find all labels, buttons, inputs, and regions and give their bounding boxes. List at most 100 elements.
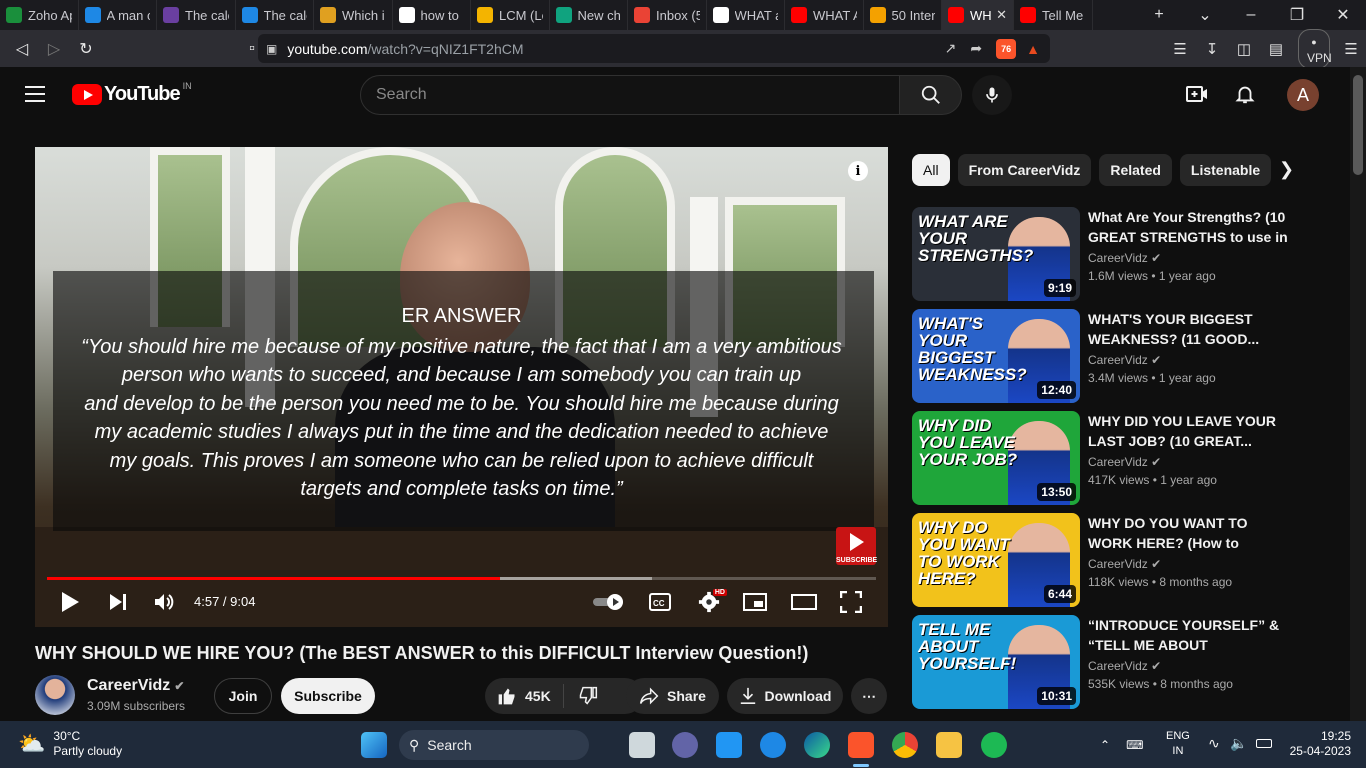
browser-tab[interactable]: WHAT A bbox=[785, 0, 864, 30]
related-video[interactable]: TELL ME ABOUT YOURSELF! 10:31 “INTRODUCE Y… bbox=[912, 615, 1350, 709]
microsoft-store-icon[interactable] bbox=[716, 732, 742, 758]
browser-tab[interactable]: how to bbox=[393, 0, 471, 30]
related-title[interactable]: WHAT'S YOUR BIGGEST WEAKNESS? (11 GOOD..… bbox=[1088, 309, 1293, 349]
browser-tab[interactable]: New cha bbox=[550, 0, 628, 30]
browser-tab[interactable]: LCM (Le bbox=[471, 0, 550, 30]
subscribe-button[interactable]: Subscribe bbox=[281, 678, 375, 714]
browser-tab[interactable]: WH ✕ bbox=[942, 0, 1014, 30]
miniplayer-button[interactable] bbox=[741, 587, 769, 617]
address-bar[interactable]: ▣ youtube.com/watch?v=qNIZ1FT2hCM ↗ ➦ 76… bbox=[258, 34, 1050, 63]
open-in-app-icon[interactable]: ↗ bbox=[945, 40, 957, 57]
video-thumbnail[interactable]: WHAT ARE YOUR STRENGTHS? 9:19 bbox=[912, 207, 1080, 301]
back-icon[interactable]: ◁ bbox=[6, 34, 38, 64]
chevron-down-icon[interactable]: ⌄ bbox=[1182, 5, 1228, 25]
browser-tab[interactable]: The calc bbox=[157, 0, 236, 30]
close-tab-icon[interactable]: ✕ bbox=[996, 7, 1007, 23]
speaker-icon[interactable]: 🔈 bbox=[1230, 735, 1247, 752]
browser-tab[interactable]: WHAT a bbox=[707, 0, 785, 30]
autoplay-toggle[interactable] bbox=[591, 587, 627, 617]
browser-tab[interactable]: Inbox (5 bbox=[628, 0, 707, 30]
download-button[interactable]: Download bbox=[727, 678, 843, 714]
search-button[interactable] bbox=[899, 75, 962, 115]
channel-name-container[interactable]: CareerVidz ✔ bbox=[87, 677, 184, 695]
task-view-icon[interactable] bbox=[629, 732, 655, 758]
sidebar-icon[interactable]: ◫ bbox=[1228, 40, 1260, 58]
browser-tab[interactable]: A man c bbox=[79, 0, 157, 30]
fullscreen-button[interactable] bbox=[837, 587, 865, 617]
chevron-right-icon[interactable]: ❯ bbox=[1279, 159, 1294, 180]
downloads-icon[interactable]: ↧ bbox=[1196, 40, 1228, 58]
scrollbar-thumb[interactable] bbox=[1353, 75, 1363, 175]
close-window-icon[interactable]: ✕ bbox=[1320, 5, 1366, 25]
next-button[interactable] bbox=[105, 587, 131, 617]
theater-mode-button[interactable] bbox=[789, 587, 819, 617]
brave-shield-icon[interactable]: 76 bbox=[996, 38, 1017, 59]
video-player[interactable]: ER ANSWER “You should hire me because of… bbox=[35, 147, 888, 627]
playlist-icon[interactable]: ☰ bbox=[1164, 40, 1196, 58]
minimize-icon[interactable]: – bbox=[1228, 6, 1274, 24]
channel-avatar[interactable] bbox=[35, 675, 75, 715]
wifi-icon[interactable]: ∿ bbox=[1208, 735, 1220, 752]
windows-start-icon[interactable] bbox=[361, 732, 387, 758]
browser-tab[interactable]: Tell Me bbox=[1014, 0, 1093, 30]
filter-chip[interactable]: Listenable bbox=[1179, 154, 1272, 186]
subscribe-watermark[interactable]: SUBSCRIBE bbox=[836, 527, 877, 565]
battery-icon[interactable] bbox=[1256, 739, 1272, 748]
edge-browser-icon[interactable] bbox=[804, 732, 830, 758]
browser-menu-icon[interactable]: ☰ bbox=[1336, 40, 1366, 58]
related-channel-row[interactable]: CareerVidz ✔ bbox=[1088, 455, 1161, 469]
video-thumbnail[interactable]: WHAT'S YOUR BIGGEST WEAKNESS? 12:40 bbox=[912, 309, 1080, 403]
browser-tab[interactable]: Which i bbox=[314, 0, 393, 30]
weather-widget[interactable]: ⛅ 30°C Partly cloudy bbox=[18, 729, 122, 759]
account-avatar[interactable]: A bbox=[1287, 79, 1319, 111]
related-channel-row[interactable]: CareerVidz ✔ bbox=[1088, 251, 1161, 265]
related-channel-row[interactable]: CareerVidz ✔ bbox=[1088, 659, 1161, 673]
create-video-icon[interactable] bbox=[1184, 81, 1210, 107]
keyboard-icon[interactable]: ⌨ bbox=[1126, 738, 1143, 752]
share-page-icon[interactable]: ➦ bbox=[970, 40, 982, 57]
filter-chip[interactable]: From CareerVidz bbox=[957, 154, 1092, 186]
chrome-browser-icon[interactable] bbox=[892, 732, 918, 758]
dislike-button[interactable] bbox=[564, 686, 598, 706]
file-explorer-icon[interactable] bbox=[936, 732, 962, 758]
volume-button[interactable] bbox=[151, 587, 177, 617]
share-button[interactable]: Share bbox=[626, 678, 719, 714]
related-title[interactable]: WHY DO YOU WANT TO WORK HERE? (How to AN… bbox=[1088, 513, 1293, 553]
hamburger-menu-icon[interactable] bbox=[25, 86, 45, 102]
language-indicator[interactable]: ENG IN bbox=[1166, 729, 1190, 759]
browser-tab[interactable]: The calc bbox=[236, 0, 314, 30]
join-button[interactable]: Join bbox=[214, 678, 272, 714]
like-button[interactable]: 45K bbox=[485, 684, 564, 708]
video-thumbnail[interactable]: WHY DID YOU LEAVE YOUR JOB? 13:50 bbox=[912, 411, 1080, 505]
filter-chip[interactable]: All bbox=[912, 154, 950, 186]
brave-browser-icon[interactable] bbox=[848, 732, 874, 758]
filter-chip[interactable]: Related bbox=[1099, 154, 1172, 186]
tray-overflow-icon[interactable]: ⌃ bbox=[1100, 738, 1110, 752]
restore-icon[interactable]: ❐ bbox=[1274, 5, 1320, 25]
more-actions-button[interactable]: ⋯ bbox=[851, 678, 887, 714]
youtube-logo[interactable]: YouTube IN bbox=[72, 81, 192, 106]
browser-tab[interactable]: Zoho Ap bbox=[0, 0, 79, 30]
notifications-bell-icon[interactable] bbox=[1232, 81, 1258, 107]
related-title[interactable]: What Are Your Strengths? (10 GREAT STREN… bbox=[1088, 207, 1293, 247]
forward-icon[interactable]: ▷ bbox=[38, 34, 70, 64]
teams-chat-icon[interactable] bbox=[672, 732, 698, 758]
related-video[interactable]: WHY DID YOU LEAVE YOUR JOB? 13:50 WHY DID … bbox=[912, 411, 1350, 505]
reload-icon[interactable]: ↻ bbox=[70, 34, 102, 64]
related-video[interactable]: WHAT'S YOUR BIGGEST WEAKNESS? 12:40 WHAT'S… bbox=[912, 309, 1350, 403]
browser-tab[interactable]: 50 Inter bbox=[864, 0, 942, 30]
video-thumbnail[interactable]: WHY DO YOU WANT TO WORK HERE? 6:44 bbox=[912, 513, 1080, 607]
help-icon[interactable] bbox=[760, 732, 786, 758]
page-scrollbar[interactable] bbox=[1350, 67, 1366, 721]
voice-search-button[interactable] bbox=[972, 75, 1012, 115]
clock[interactable]: 19:25 25-04-2023 bbox=[1290, 729, 1351, 759]
progress-bar[interactable] bbox=[47, 577, 876, 580]
captions-button[interactable]: CC bbox=[647, 587, 673, 617]
video-thumbnail[interactable]: TELL ME ABOUT YOURSELF! 10:31 bbox=[912, 615, 1080, 709]
info-icon[interactable]: i bbox=[848, 161, 868, 181]
search-input[interactable]: Search bbox=[360, 75, 900, 115]
taskbar-search[interactable]: ⚲ Search bbox=[399, 730, 589, 760]
related-channel-row[interactable]: CareerVidz ✔ bbox=[1088, 557, 1161, 571]
related-video[interactable]: WHY DO YOU WANT TO WORK HERE? 6:44 WHY DO … bbox=[912, 513, 1350, 607]
settings-button[interactable]: HD bbox=[695, 587, 727, 617]
